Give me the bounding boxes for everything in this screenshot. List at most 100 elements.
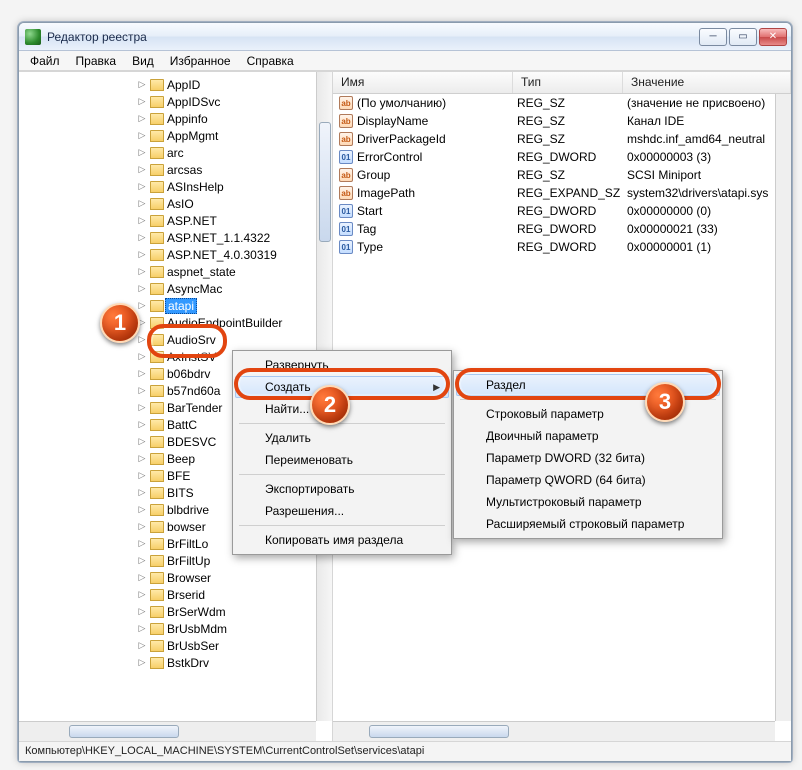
titlebar[interactable]: Редактор реестра ─ ▭ ✕ <box>19 23 791 51</box>
expand-icon[interactable]: ▷ <box>137 232 147 243</box>
expand-icon[interactable]: ▷ <box>137 181 147 192</box>
tree-item[interactable]: ▷AsIO <box>19 195 316 212</box>
subctx-dword[interactable]: Параметр DWORD (32 бита) <box>456 447 720 469</box>
expand-icon[interactable]: ▷ <box>137 640 147 651</box>
list-scrollbar-vertical[interactable] <box>775 94 791 721</box>
expand-icon[interactable]: ▷ <box>137 368 147 379</box>
expand-icon[interactable]: ▷ <box>137 436 147 447</box>
tree-item[interactable]: ▷AppMgmt <box>19 127 316 144</box>
list-row[interactable]: 01TagREG_DWORD0x00000021 (33) <box>333 220 775 238</box>
folder-icon <box>150 79 164 91</box>
list-row[interactable]: 01ErrorControlREG_DWORD0x00000003 (3) <box>333 148 775 166</box>
tree-item-label: arcsas <box>167 163 202 177</box>
scrollbar-thumb[interactable] <box>319 122 331 242</box>
expand-icon[interactable]: ▷ <box>137 606 147 617</box>
expand-icon[interactable]: ▷ <box>137 538 147 549</box>
expand-icon[interactable]: ▷ <box>137 215 147 226</box>
expand-icon[interactable]: ▷ <box>137 283 147 294</box>
ctx-delete[interactable]: Удалить <box>235 427 449 449</box>
ctx-export[interactable]: Экспортировать <box>235 478 449 500</box>
tree-item[interactable]: ▷AppID <box>19 76 316 93</box>
expand-icon[interactable]: ▷ <box>137 572 147 583</box>
expand-icon[interactable]: ▷ <box>137 470 147 481</box>
expand-icon[interactable]: ▷ <box>137 96 147 107</box>
ctx-copy-key-name[interactable]: Копировать имя раздела <box>235 529 449 551</box>
column-name[interactable]: Имя <box>333 72 513 93</box>
menu-view[interactable]: Вид <box>125 52 161 70</box>
menu-file[interactable]: Файл <box>23 52 67 70</box>
expand-icon[interactable]: ▷ <box>137 334 147 345</box>
subctx-multistring[interactable]: Мультистроковый параметр <box>456 491 720 513</box>
column-value[interactable]: Значение <box>623 72 791 93</box>
scrollbar-thumb[interactable] <box>369 725 509 738</box>
value-data: 0x00000000 (0) <box>623 204 775 218</box>
folder-icon <box>150 181 164 193</box>
close-button[interactable]: ✕ <box>759 28 787 46</box>
list-header[interactable]: Имя Тип Значение <box>333 72 791 94</box>
tree-item[interactable]: ▷aspnet_state <box>19 263 316 280</box>
value-name: Group <box>357 168 390 182</box>
tree-item[interactable]: ▷ASP.NET_1.1.4322 <box>19 229 316 246</box>
list-row[interactable]: abImagePathREG_EXPAND_SZsystem32\drivers… <box>333 184 775 202</box>
ctx-rename[interactable]: Переименовать <box>235 449 449 471</box>
expand-icon[interactable]: ▷ <box>137 555 147 566</box>
tree-item[interactable]: ▷ASP.NET_4.0.30319 <box>19 246 316 263</box>
tree-item[interactable]: ▷ASP.NET <box>19 212 316 229</box>
expand-icon[interactable]: ▷ <box>137 402 147 413</box>
list-row[interactable]: 01TypeREG_DWORD0x00000001 (1) <box>333 238 775 256</box>
expand-icon[interactable]: ▷ <box>137 487 147 498</box>
tree-item[interactable]: ▷ASInsHelp <box>19 178 316 195</box>
menu-help[interactable]: Справка <box>240 52 301 70</box>
folder-icon <box>150 368 164 380</box>
subctx-expandstring[interactable]: Расширяемый строковый параметр <box>456 513 720 535</box>
menu-favorites[interactable]: Избранное <box>163 52 238 70</box>
tree-scrollbar-horizontal[interactable] <box>19 721 316 741</box>
expand-icon[interactable]: ▷ <box>137 249 147 260</box>
maximize-button[interactable]: ▭ <box>729 28 757 46</box>
expand-icon[interactable]: ▷ <box>137 351 147 362</box>
tree-item[interactable]: ▷Brserid <box>19 586 316 603</box>
tree-item[interactable]: ▷Appinfo <box>19 110 316 127</box>
expand-icon[interactable]: ▷ <box>137 657 147 668</box>
folder-icon <box>150 606 164 618</box>
tree-item[interactable]: ▷BstkDrv <box>19 654 316 671</box>
menu-edit[interactable]: Правка <box>69 52 124 70</box>
expand-icon[interactable]: ▷ <box>137 419 147 430</box>
list-row[interactable]: abGroupREG_SZSCSI Miniport <box>333 166 775 184</box>
list-row[interactable]: abDisplayNameREG_SZКанал IDE <box>333 112 775 130</box>
tree-item[interactable]: ▷Browser <box>19 569 316 586</box>
expand-icon[interactable]: ▷ <box>137 589 147 600</box>
list-row[interactable]: abDriverPackageIdREG_SZmshdc.inf_amd64_n… <box>333 130 775 148</box>
expand-icon[interactable]: ▷ <box>137 504 147 515</box>
list-row[interactable]: 01StartREG_DWORD0x00000000 (0) <box>333 202 775 220</box>
folder-icon <box>150 113 164 125</box>
tree-item[interactable]: ▷AppIDSvc <box>19 93 316 110</box>
expand-icon[interactable]: ▷ <box>137 164 147 175</box>
tree-item[interactable]: ▷arc <box>19 144 316 161</box>
list-row[interactable]: ab(По умолчанию)REG_SZ(значение не присв… <box>333 94 775 112</box>
expand-icon[interactable]: ▷ <box>137 266 147 277</box>
expand-icon[interactable]: ▷ <box>137 147 147 158</box>
minimize-button[interactable]: ─ <box>699 28 727 46</box>
ctx-permissions[interactable]: Разрешения... <box>235 500 449 522</box>
expand-icon[interactable]: ▷ <box>137 453 147 464</box>
scrollbar-thumb[interactable] <box>69 725 179 738</box>
expand-icon[interactable]: ▷ <box>137 130 147 141</box>
expand-icon[interactable]: ▷ <box>137 521 147 532</box>
expand-icon[interactable]: ▷ <box>137 385 147 396</box>
list-scrollbar-horizontal[interactable] <box>333 721 775 741</box>
tree-item[interactable]: ▷BrSerWdm <box>19 603 316 620</box>
tree-item[interactable]: ▷atapi <box>19 297 316 314</box>
expand-icon[interactable]: ▷ <box>137 113 147 124</box>
expand-icon[interactable]: ▷ <box>137 79 147 90</box>
column-type[interactable]: Тип <box>513 72 623 93</box>
expand-icon[interactable]: ▷ <box>137 198 147 209</box>
expand-icon[interactable]: ▷ <box>137 300 147 311</box>
tree-item[interactable]: ▷ arcsas <box>19 161 316 178</box>
tree-item[interactable]: ▷BrUsbMdm <box>19 620 316 637</box>
tree-item[interactable]: ▷BrUsbSer <box>19 637 316 654</box>
tree-item[interactable]: ▷AsyncMac <box>19 280 316 297</box>
expand-icon[interactable]: ▷ <box>137 623 147 634</box>
subctx-binary[interactable]: Двоичный параметр <box>456 425 720 447</box>
subctx-qword[interactable]: Параметр QWORD (64 бита) <box>456 469 720 491</box>
